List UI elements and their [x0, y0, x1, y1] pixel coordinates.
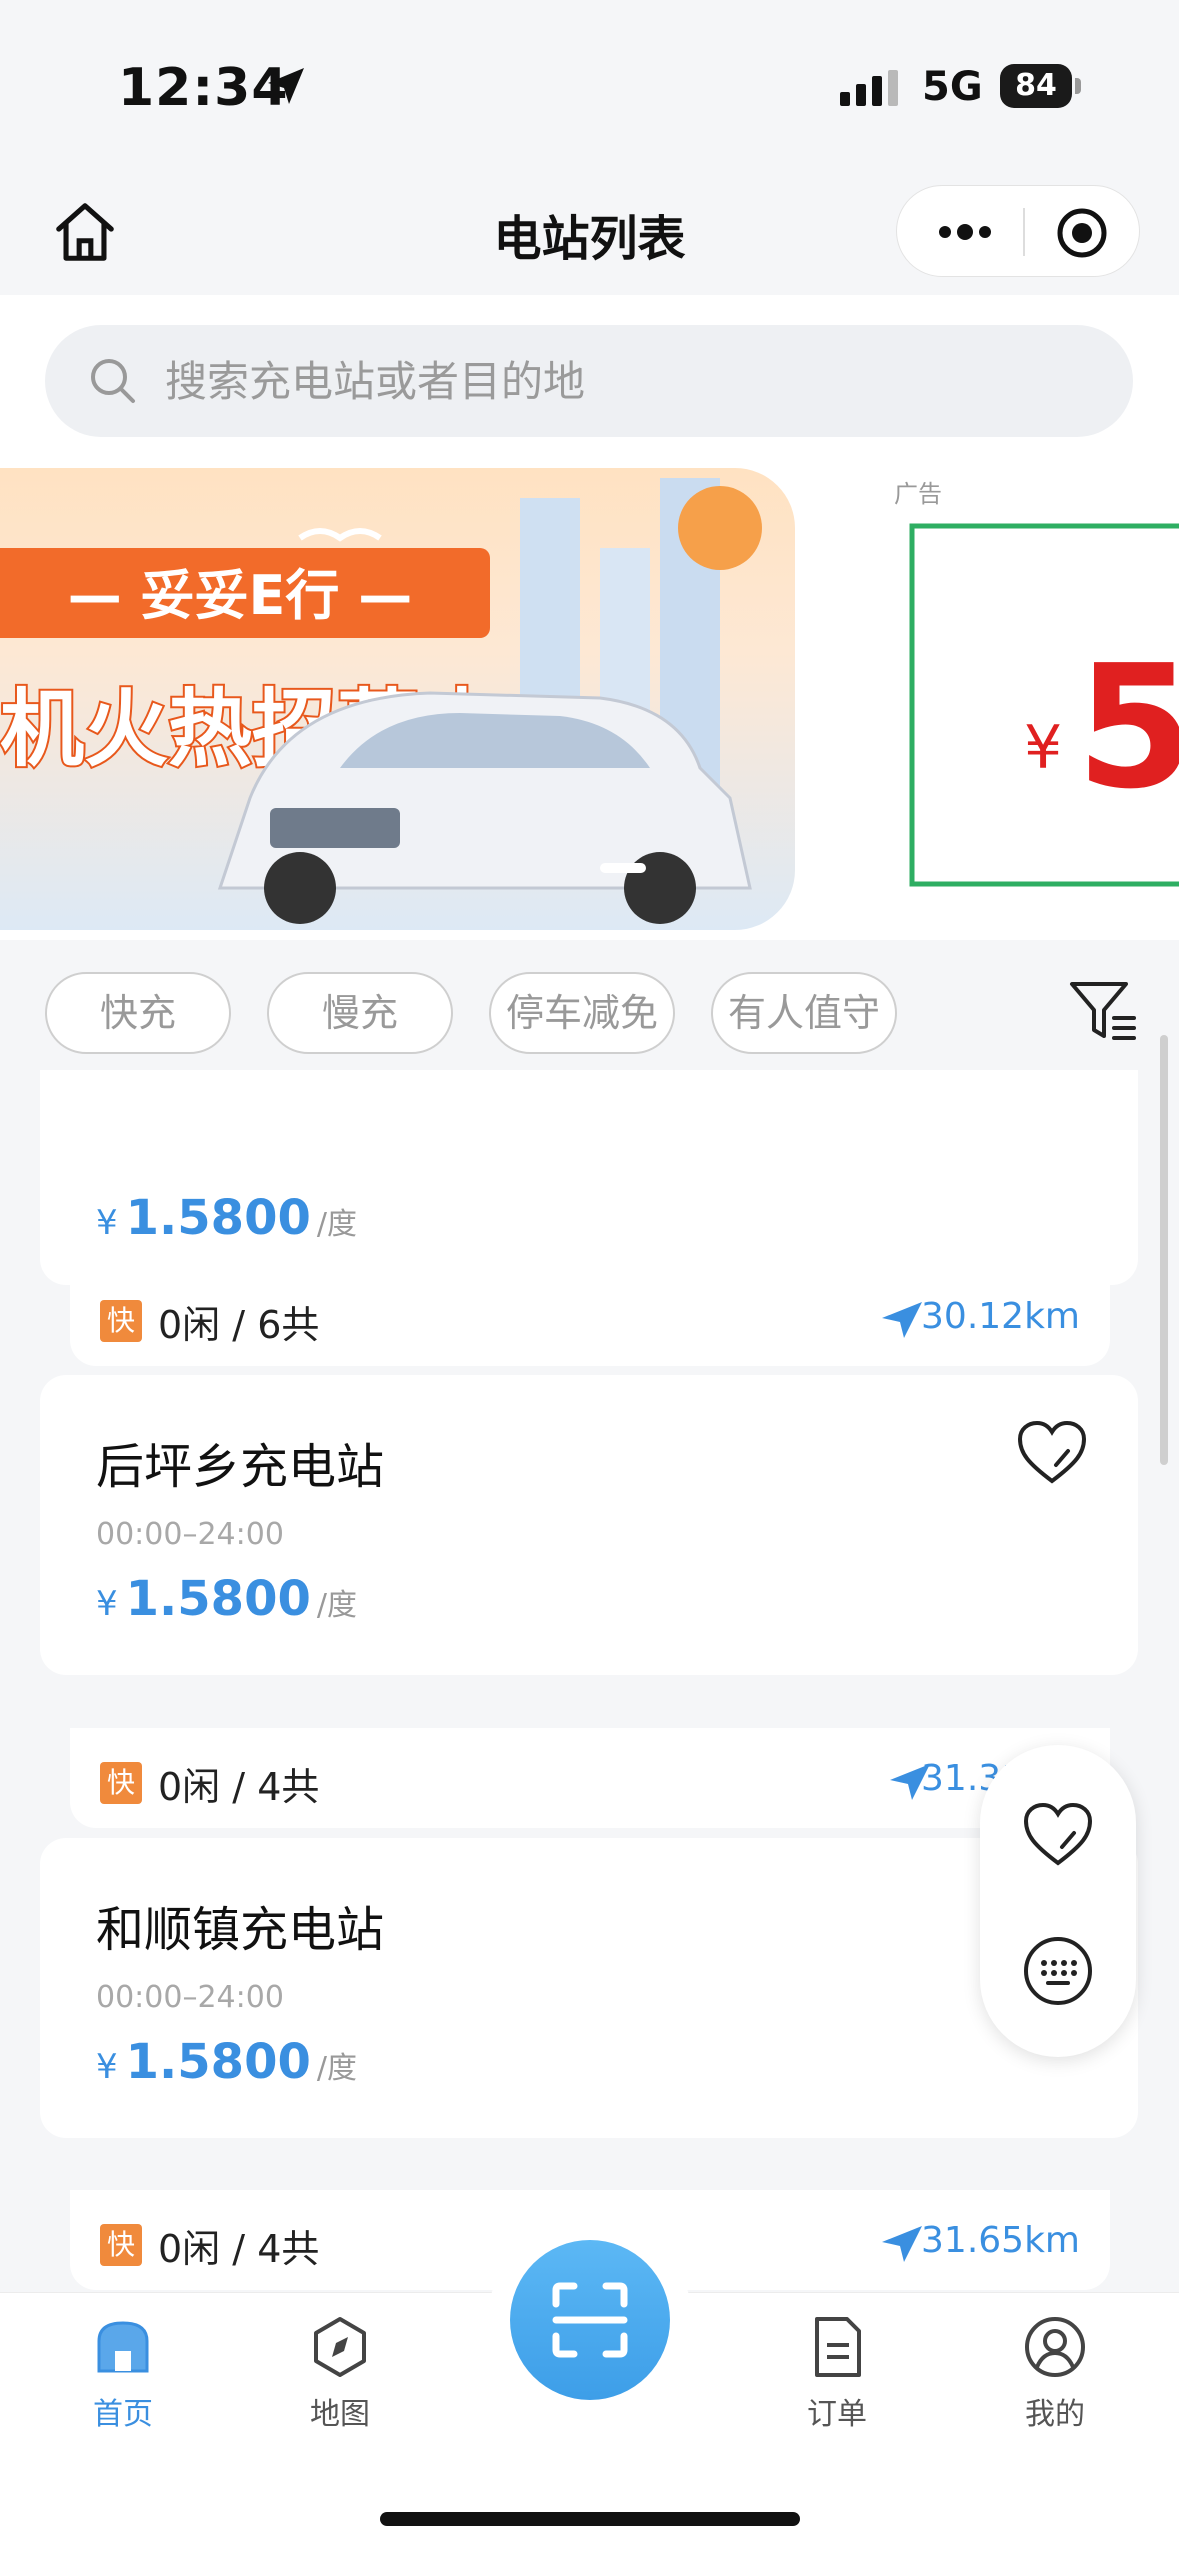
price-currency: ¥ — [96, 1584, 118, 1624]
tab-orders[interactable]: 订单 — [762, 2315, 912, 2433]
station-card[interactable]: 和顺镇充电站 00:00–24:00 ¥1.5800/度 — [40, 1838, 1138, 2138]
nav-bar: 电站列表 — [0, 175, 1179, 295]
tab-label: 首页 — [93, 2397, 153, 2432]
tab-label: 地图 — [310, 2397, 370, 2432]
tab-label: 订单 — [807, 2397, 867, 2432]
search-area — [0, 295, 1179, 440]
availability-text: 0闲 / 4共 — [158, 2227, 320, 2271]
filter-row: 快充 慢充 停车减免 有人值守 — [0, 940, 1179, 1070]
filter-icon[interactable] — [1068, 978, 1140, 1044]
tab-label: 我的 — [1025, 2397, 1085, 2432]
station-availability-row: 快 0闲 / 4共 31.31km — [70, 1728, 1110, 1828]
search-icon — [91, 359, 135, 403]
price-value: 1.5800 — [125, 1571, 311, 1627]
ad-number: 5 — [1076, 629, 1179, 827]
miniprogram-capsule — [896, 185, 1140, 277]
banner-ad-slide[interactable]: 广告 ¥ 5 — [888, 468, 1179, 930]
filter-chip-fast[interactable]: 快充 — [45, 972, 231, 1054]
station-name: 和顺镇充电站 — [96, 1902, 385, 1958]
search-box[interactable] — [45, 325, 1133, 437]
availability-text: 0闲 / 6共 — [158, 1303, 320, 1347]
station-card[interactable]: 后坪乡充电站 00:00–24:00 ¥1.5800/度 — [40, 1375, 1138, 1675]
fast-charge-tag: 快 — [100, 2224, 142, 2266]
network-type: 5G — [922, 64, 983, 110]
status-bar: 12:34 5G 84 — [0, 0, 1179, 175]
fast-charge-tag: 快 — [100, 1300, 142, 1342]
navigate-arrow-icon[interactable] — [880, 2224, 924, 2264]
filter-chip-attended[interactable]: 有人值守 — [711, 972, 897, 1054]
distance[interactable]: 31.65km — [921, 2220, 1080, 2261]
favorite-heart-icon[interactable] — [1016, 1421, 1088, 1485]
ad-label: 广告 — [894, 480, 942, 508]
station-card[interactable]: ¥1.5800/度 — [40, 1070, 1138, 1285]
price-value: 1.5800 — [125, 1190, 311, 1246]
capsule-divider — [1023, 208, 1025, 256]
ad-currency: ¥ — [1024, 713, 1062, 783]
home-indicator[interactable] — [380, 2512, 800, 2526]
price-unit: /度 — [316, 1588, 357, 1623]
price-row: ¥1.5800/度 — [96, 2034, 357, 2090]
scan-icon — [552, 2282, 628, 2358]
station-hours: 00:00–24:00 — [96, 1980, 284, 2015]
distance[interactable]: 30.12km — [921, 1296, 1080, 1337]
more-icon[interactable] — [935, 212, 995, 252]
station-availability-row: 快 0闲 / 6共 30.12km — [70, 1266, 1110, 1366]
scrollbar[interactable] — [1160, 1035, 1168, 1465]
tab-map[interactable]: 地图 — [265, 2315, 415, 2433]
cellular-signal-icon — [840, 70, 898, 106]
banner-ad-graphic: 广告 ¥ 5 — [894, 480, 1179, 887]
navigate-arrow-icon[interactable] — [880, 1300, 924, 1340]
search-input[interactable] — [165, 349, 1065, 413]
price-currency: ¥ — [96, 1203, 118, 1243]
station-hours: 00:00–24:00 — [96, 1517, 284, 1552]
user-icon — [1025, 2317, 1085, 2377]
tab-home[interactable]: 首页 — [48, 2315, 198, 2433]
favorites-heart-icon[interactable] — [1022, 1803, 1094, 1867]
floating-action-panel — [980, 1745, 1136, 2057]
compass-icon — [314, 2317, 366, 2377]
fast-charge-tag: 快 — [100, 1762, 142, 1804]
banner-tagline: — 妥妥E行 — — [68, 564, 413, 627]
price-value: 1.5800 — [125, 2034, 311, 2090]
price-unit: /度 — [316, 1207, 357, 1242]
price-unit: /度 — [316, 2051, 357, 2086]
price-currency: ¥ — [96, 2047, 118, 2087]
home-icon — [97, 2321, 149, 2373]
keyboard-icon[interactable] — [1022, 1935, 1094, 2007]
price-row: ¥1.5800/度 — [96, 1571, 357, 1627]
filter-chip-parking-discount[interactable]: 停车减免 — [489, 972, 675, 1054]
battery-tip — [1075, 78, 1081, 94]
banner-carousel[interactable]: — 妥妥E行 — 机火热招募中 广告 ¥ 5 — [0, 440, 1179, 940]
banner-main-slide[interactable]: — 妥妥E行 — 机火热招募中 — [0, 468, 795, 930]
price-row: ¥1.5800/度 — [96, 1190, 357, 1246]
location-arrow-icon — [268, 68, 304, 104]
station-name: 后坪乡充电站 — [96, 1439, 385, 1495]
document-icon — [815, 2317, 861, 2377]
banner-illustration: — 妥妥E行 — 机火热招募中 — [0, 478, 762, 924]
tab-profile[interactable]: 我的 — [980, 2315, 1130, 2433]
availability-text: 0闲 / 4共 — [158, 1765, 320, 1809]
close-miniprogram-icon[interactable] — [1055, 206, 1109, 260]
station-list[interactable]: ¥1.5800/度 快 0闲 / 6共 30.12km 后坪乡充电站 00:00… — [0, 1070, 1179, 2292]
filter-chip-slow[interactable]: 慢充 — [267, 972, 453, 1054]
scan-button[interactable] — [510, 2240, 670, 2400]
battery-level: 84 — [1000, 64, 1072, 108]
